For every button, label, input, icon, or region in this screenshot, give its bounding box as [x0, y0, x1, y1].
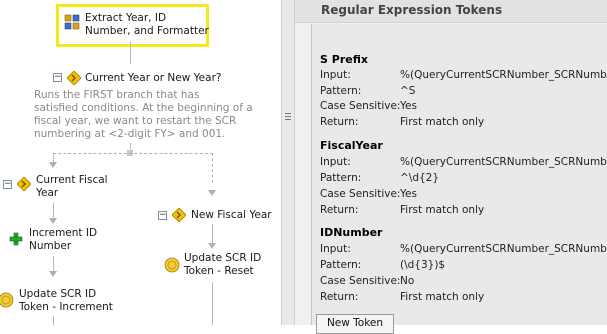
- case-sensitive-label: Case Sensitive:: [320, 188, 401, 200]
- decision-description-line-2: satisfied conditions. At the beginning o…: [34, 102, 253, 114]
- input-label: Input:: [320, 243, 351, 255]
- return-value: First match only: [400, 291, 485, 303]
- regex-tokens-panel: Regular Expression Tokens S Prefix Input…: [295, 0, 607, 334]
- branch-arrow-right: [208, 190, 216, 196]
- connector-line: [53, 203, 54, 219]
- return-label: Return:: [320, 204, 359, 216]
- pane-splitter[interactable]: [281, 0, 295, 325]
- current-branch-label-1: Current Fiscal: [36, 174, 108, 186]
- input-label: Input:: [320, 156, 351, 168]
- token-coin-icon: [164, 257, 180, 273]
- token-name: IDNumber: [320, 226, 383, 239]
- input-value: %(QueryCurrentSCRNumber_SCRNumber): [400, 69, 607, 81]
- token-card[interactable]: IDNumber Input: %(QueryCurrentSCRNumber_…: [312, 219, 607, 305]
- increment-node-label-1: Increment ID: [29, 227, 98, 239]
- token-name: FiscalYear: [320, 139, 383, 152]
- decision-collapse-toggle[interactable]: −: [53, 73, 62, 82]
- connector-line: [53, 256, 54, 272]
- connector-line: [53, 316, 54, 325]
- extract-node-label-1: Extract Year, ID: [85, 12, 167, 24]
- update-increment-label-1: Update SCR ID: [19, 288, 97, 300]
- branch-arrow-left: [49, 162, 57, 168]
- input-value: %(QueryCurrentSCRNumber_SCRNumber): [400, 156, 607, 168]
- new-token-button[interactable]: New Token: [316, 314, 394, 334]
- pattern-label: Pattern:: [320, 259, 362, 271]
- pattern-value: ^S: [400, 85, 416, 97]
- case-sensitive-value: No: [400, 275, 415, 287]
- plus-icon: [9, 232, 23, 246]
- increment-node[interactable]: Increment ID Number: [29, 227, 97, 253]
- return-value: First match only: [400, 116, 485, 128]
- new-branch-label[interactable]: New Fiscal Year: [191, 209, 272, 222]
- decision-diamond-icon: [17, 177, 31, 191]
- token-name: S Prefix: [320, 53, 368, 66]
- panel-title: Regular Expression Tokens: [321, 3, 503, 17]
- case-sensitive-label: Case Sensitive:: [320, 275, 401, 287]
- update-increment-label-2: Token - Increment: [19, 301, 113, 313]
- decision-description-line-3: fiscal year, we want to restart the SCR: [34, 115, 237, 127]
- decision-node-label[interactable]: Current Year or New Year?: [85, 72, 221, 85]
- update-reset-label-1: Update SCR ID: [184, 252, 262, 264]
- return-label: Return:: [320, 116, 359, 128]
- current-branch-collapse-toggle[interactable]: −: [3, 180, 12, 189]
- token-list: S Prefix Input: %(QueryCurrentSCRNumber_…: [311, 24, 607, 325]
- connector-arrow: [208, 243, 216, 249]
- splitter-grip-icon: [282, 112, 294, 122]
- update-reset-node[interactable]: Update SCR ID Token - Reset: [184, 252, 261, 278]
- pattern-value: (\d{3})$: [400, 259, 446, 271]
- token-coin-icon: [0, 292, 14, 308]
- decision-description-line-1: Runs the FIRST branch that has: [34, 89, 200, 101]
- pattern-label: Pattern:: [320, 172, 362, 184]
- update-increment-node[interactable]: Update SCR ID Token - Increment: [19, 288, 113, 314]
- workflow-canvas[interactable]: Extract Year, ID Number, and Formatter −…: [0, 0, 281, 325]
- new-branch-collapse-toggle[interactable]: −: [158, 211, 167, 220]
- token-card[interactable]: FiscalYear Input: %(QueryCurrentSCRNumbe…: [312, 132, 607, 216]
- case-sensitive-value: Yes: [400, 100, 417, 112]
- return-value: First match only: [400, 204, 485, 216]
- connector-arrow: [49, 218, 57, 224]
- decision-diamond-icon: [67, 71, 81, 85]
- return-label: Return:: [320, 291, 359, 303]
- decision-diamond-icon: [172, 208, 186, 222]
- connector-line: [212, 224, 213, 244]
- current-branch-label-2: Year: [36, 187, 59, 199]
- branch-connector-right: [212, 153, 213, 183]
- extract-node-label-2: Number, and Formatter: [85, 25, 209, 37]
- input-label: Input:: [320, 69, 351, 81]
- panel-header: Regular Expression Tokens: [295, 0, 607, 23]
- pattern-label: Pattern:: [320, 85, 362, 97]
- input-value: %(QueryCurrentSCRNumber_SCRNumber): [400, 243, 607, 255]
- decision-description-line-4: numbering at <2-digit FY> and 001.: [34, 128, 226, 140]
- update-reset-label-2: Token - Reset: [184, 265, 254, 277]
- connector-arrow: [49, 271, 57, 277]
- connector-line: [130, 42, 131, 64]
- extract-node[interactable]: Extract Year, ID Number, and Formatter: [64, 10, 209, 40]
- branch-split-line: [53, 153, 213, 154]
- pattern-value: ^\d{2}: [400, 172, 440, 184]
- case-sensitive-value: Yes: [400, 188, 417, 200]
- case-sensitive-label: Case Sensitive:: [320, 100, 401, 112]
- current-branch-node[interactable]: Current Fiscal Year: [36, 174, 108, 200]
- increment-node-label-2: Number: [29, 240, 72, 252]
- connector-line: [212, 282, 213, 325]
- activity-grid-icon: [64, 14, 80, 30]
- token-card[interactable]: S Prefix Input: %(QueryCurrentSCRNumber_…: [312, 24, 607, 128]
